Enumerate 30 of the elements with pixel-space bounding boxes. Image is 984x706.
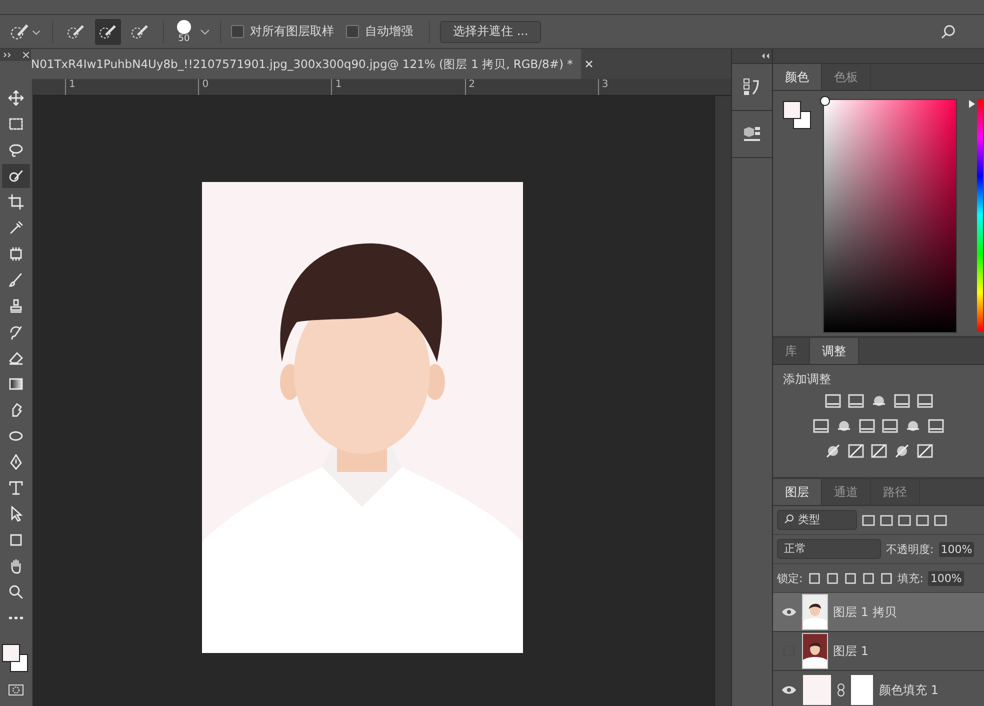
fill-label: 填充: [898,570,924,586]
layer-name: 图层 1 [833,642,868,660]
ruler-label: 1 [331,79,465,95]
document-tab[interactable]: N01TxR4Iw1PuhbN4Uy8b_!!2107571901.jpg_300x300q90.jpg@ 121% (图层 1 拷贝, RGB/8#) * [31,49,581,79]
panel-tab[interactable]: 调整 [810,338,859,364]
layer-name: 颜色填充 1 [879,682,938,698]
layer-row[interactable]: 图层 1 [773,632,984,671]
lock-label: 锁定: [777,570,803,586]
panel-tab[interactable]: 颜色 [773,64,822,90]
panel-tab[interactable]: 色板 [822,64,871,90]
opacity-field[interactable]: 100% [938,542,974,556]
panel-heading: 添加调整 [783,371,832,388]
brush-size-picker[interactable]: 50 [174,20,194,44]
panel-tab[interactable]: 通道 [822,479,871,505]
layer-row[interactable]: 图层 1 拷贝 [773,593,984,632]
panel-tab[interactable]: 路径 [871,479,920,505]
layer-filter-dropdown[interactable]: 类型 [777,510,857,530]
checkbox-label: 对所有图层取样 [250,23,334,40]
select-and-mask-button[interactable]: 选择并遮住 ... [440,20,542,42]
ruler-label: 1 [65,79,198,95]
panel-tab[interactable]: 图层 [773,479,822,505]
blend-mode-dropdown[interactable]: 正常 [777,539,881,559]
ruler-label: 0 [198,79,332,95]
checkbox-label: 自动增强 [365,23,413,40]
layer-row[interactable]: 颜色填充 1 [773,671,984,706]
layer-name: 图层 1 拷贝 [833,604,896,620]
ruler-label: 2 [464,79,598,95]
opacity-label: 不透明度: [886,542,934,556]
ruler-label: 3 [598,79,732,95]
fill-field[interactable]: 100% [928,570,964,586]
